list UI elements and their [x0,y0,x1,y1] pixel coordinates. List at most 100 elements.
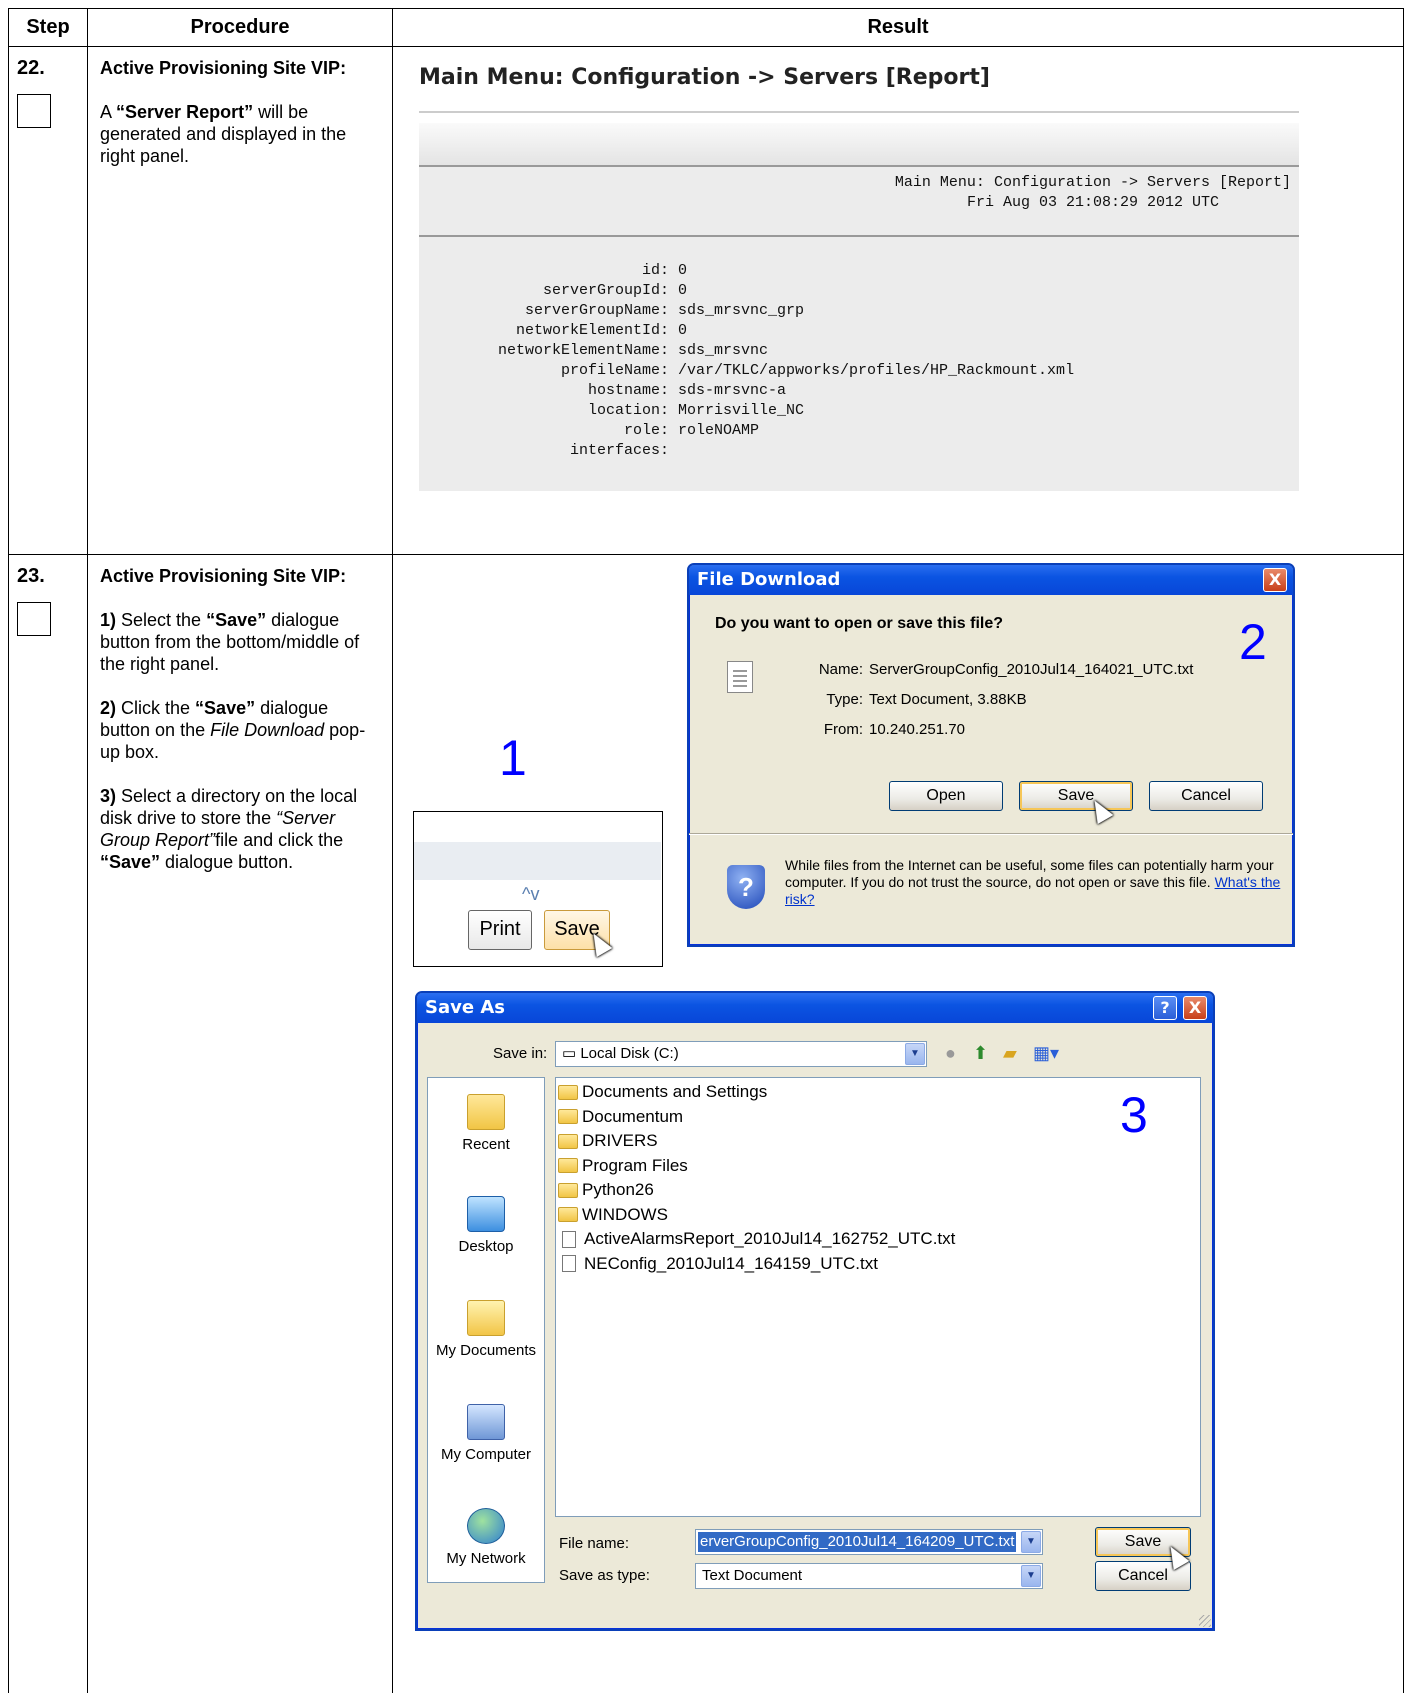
security-warning: While files from the Internet can be use… [785,857,1281,907]
folder-icon [558,1109,578,1124]
open-button[interactable]: Open [889,781,1003,811]
divider [419,235,1299,237]
close-icon[interactable]: X [1183,996,1207,1020]
report-field-key: networkElementName: [497,342,669,359]
report-field-value: /var/TKLC/appworks/profiles/HP_Rackmount… [678,362,1075,379]
file-list-item[interactable]: WINDOWS [558,1203,668,1227]
expand-collapse-icon[interactable]: ^v [522,884,539,905]
report-field-value: sds_mrsvnc_grp [678,302,805,319]
report-field-key: location: [587,402,669,419]
file-list-item[interactable]: Program Files [558,1154,688,1178]
chevron-down-icon[interactable]: ▼ [1021,1565,1041,1587]
report-field-key: networkElementId: [515,322,669,339]
text-file-icon [562,1230,576,1248]
security-shield-icon: ? [727,865,765,909]
new-folder-icon[interactable]: ▰ [1003,1043,1017,1064]
file-type-value: Text Document, 3.88KB [869,691,1027,708]
save-in-select[interactable]: ▭ Local Disk (C:) ▼ [555,1041,927,1067]
place-label: Recent [462,1136,510,1153]
print-button[interactable]: Print [468,910,532,950]
step-22-row: 22. Active Provisioning Site VIP: A “Ser… [8,46,1404,555]
file-name-input[interactable]: erverGroupConfig_2010Jul14_164209_UTC.tx… [695,1529,1043,1555]
place-label: My Network [446,1550,526,1567]
report-field: id: 0 [431,261,1074,281]
report-header: Main Menu: Configuration -> Servers [Rep… [894,174,1291,211]
report-page-title: Main Menu: Configuration -> Servers [Rep… [419,65,990,90]
callout-2: 2 [1239,614,1267,670]
step-23-result: 1 ^v Print Save File Download X Do you w… [392,554,1404,1693]
up-folder-icon[interactable]: ⬆ [973,1043,988,1064]
folder-icon [558,1182,578,1198]
my-computer-icon [467,1404,505,1440]
step-checkbox[interactable] [17,602,51,636]
folder-icon [558,1158,578,1173]
folder-icon [558,1084,578,1100]
close-icon[interactable]: X [1263,568,1287,592]
chevron-down-icon[interactable]: ▼ [905,1043,925,1065]
name-label: Name: [818,661,863,678]
file-list-item[interactable]: DRIVERS [558,1129,658,1153]
text-file-icon [562,1255,576,1272]
resize-grip[interactable] [1199,1615,1211,1627]
report-field-value: sds-mrsvnc-a [678,382,787,399]
instruction-1: 1) Select the “Save” dialogue button fro… [100,610,360,674]
file-info: Name: ServerGroupConfig_2010Jul14_164021_… [809,655,1194,745]
place-recent[interactable]: Recent [428,1094,544,1153]
report-field-key: serverGroupId: [542,282,669,299]
save-in-label: Save in: [493,1045,548,1062]
report-field-key: interfaces: [569,442,669,459]
file-name: DRIVERS [582,1131,658,1150]
my-network-icon [467,1508,505,1544]
report-toolbar-band [419,123,1299,165]
file-name-label: File name: [559,1535,630,1552]
print-save-snippet: ^v Print Save [413,811,663,967]
report-field-value: sds_mrsvnc [678,342,769,359]
report-field: role: roleNOAMP [431,421,1074,441]
step-22-cell: 22. [8,46,88,555]
file-list-item[interactable]: Python26 [558,1178,654,1202]
report-fields: id: 0 serverGroupId: 0 serverGroupName: sds_m… [431,261,1074,461]
divider [419,111,1299,113]
file-list-item[interactable]: ActiveAlarmsReport_2010Jul14_162752_UTC.… [558,1227,955,1251]
toolbar-band [414,842,661,880]
header-result: Result [392,8,1404,47]
dialog-title: File Download [697,569,841,590]
file-name: Documentum [582,1106,684,1126]
recent-folder-icon [467,1094,505,1130]
save-button[interactable]: Save [1019,781,1133,811]
step-23-procedure: Active Provisioning Site VIP: 1) Select … [87,554,393,1693]
place-desktop[interactable]: Desktop [428,1196,544,1255]
view-menu-icon[interactable]: ▦▾ [1033,1043,1059,1064]
report-field-value: Morrisville_NC [678,402,805,419]
file-name: Python26 [582,1180,654,1199]
help-icon[interactable]: ? [1153,996,1177,1020]
report-field: location: Morrisville_NC [431,401,1074,421]
place-label: My Computer [440,1446,532,1463]
step-number: 22. [17,57,45,79]
report-field-value: 0 [678,282,688,299]
step-title: Active Provisioning Site VIP: [100,566,347,586]
report-field-value: 0 [678,262,688,279]
dialog-title: Save As [425,997,505,1018]
type-label: Type: [826,691,863,708]
file-name: Documents and Settings [582,1082,768,1101]
report-field: interfaces: [431,441,1074,461]
file-list-item[interactable]: Documents and Settings [558,1080,767,1104]
chevron-down-icon[interactable]: ▼ [1021,1531,1041,1553]
place-my-documents[interactable]: My Documents [428,1300,544,1359]
callout-3: 3 [1120,1087,1148,1143]
file-list-item[interactable]: Documentum [558,1105,683,1129]
place-my-network[interactable]: My Network [428,1508,544,1567]
my-documents-icon [467,1300,505,1336]
place-my-computer[interactable]: My Computer [428,1404,544,1463]
save-as-type-select[interactable]: Text Document ▼ [695,1563,1043,1589]
back-icon[interactable]: ● [945,1043,956,1064]
step-title: Active Provisioning Site VIP: [100,58,347,78]
step-checkbox[interactable] [17,94,51,128]
cancel-button[interactable]: Cancel [1149,781,1263,811]
file-list-item[interactable]: NEConfig_2010Jul14_164159_UTC.txt [558,1252,878,1276]
step-number: 23. [17,565,45,587]
file-name: NEConfig_2010Jul14_164159_UTC.txt [584,1253,878,1273]
report-field-key: profileName: [560,362,669,379]
report-field: serverGroupId: 0 [431,281,1074,301]
